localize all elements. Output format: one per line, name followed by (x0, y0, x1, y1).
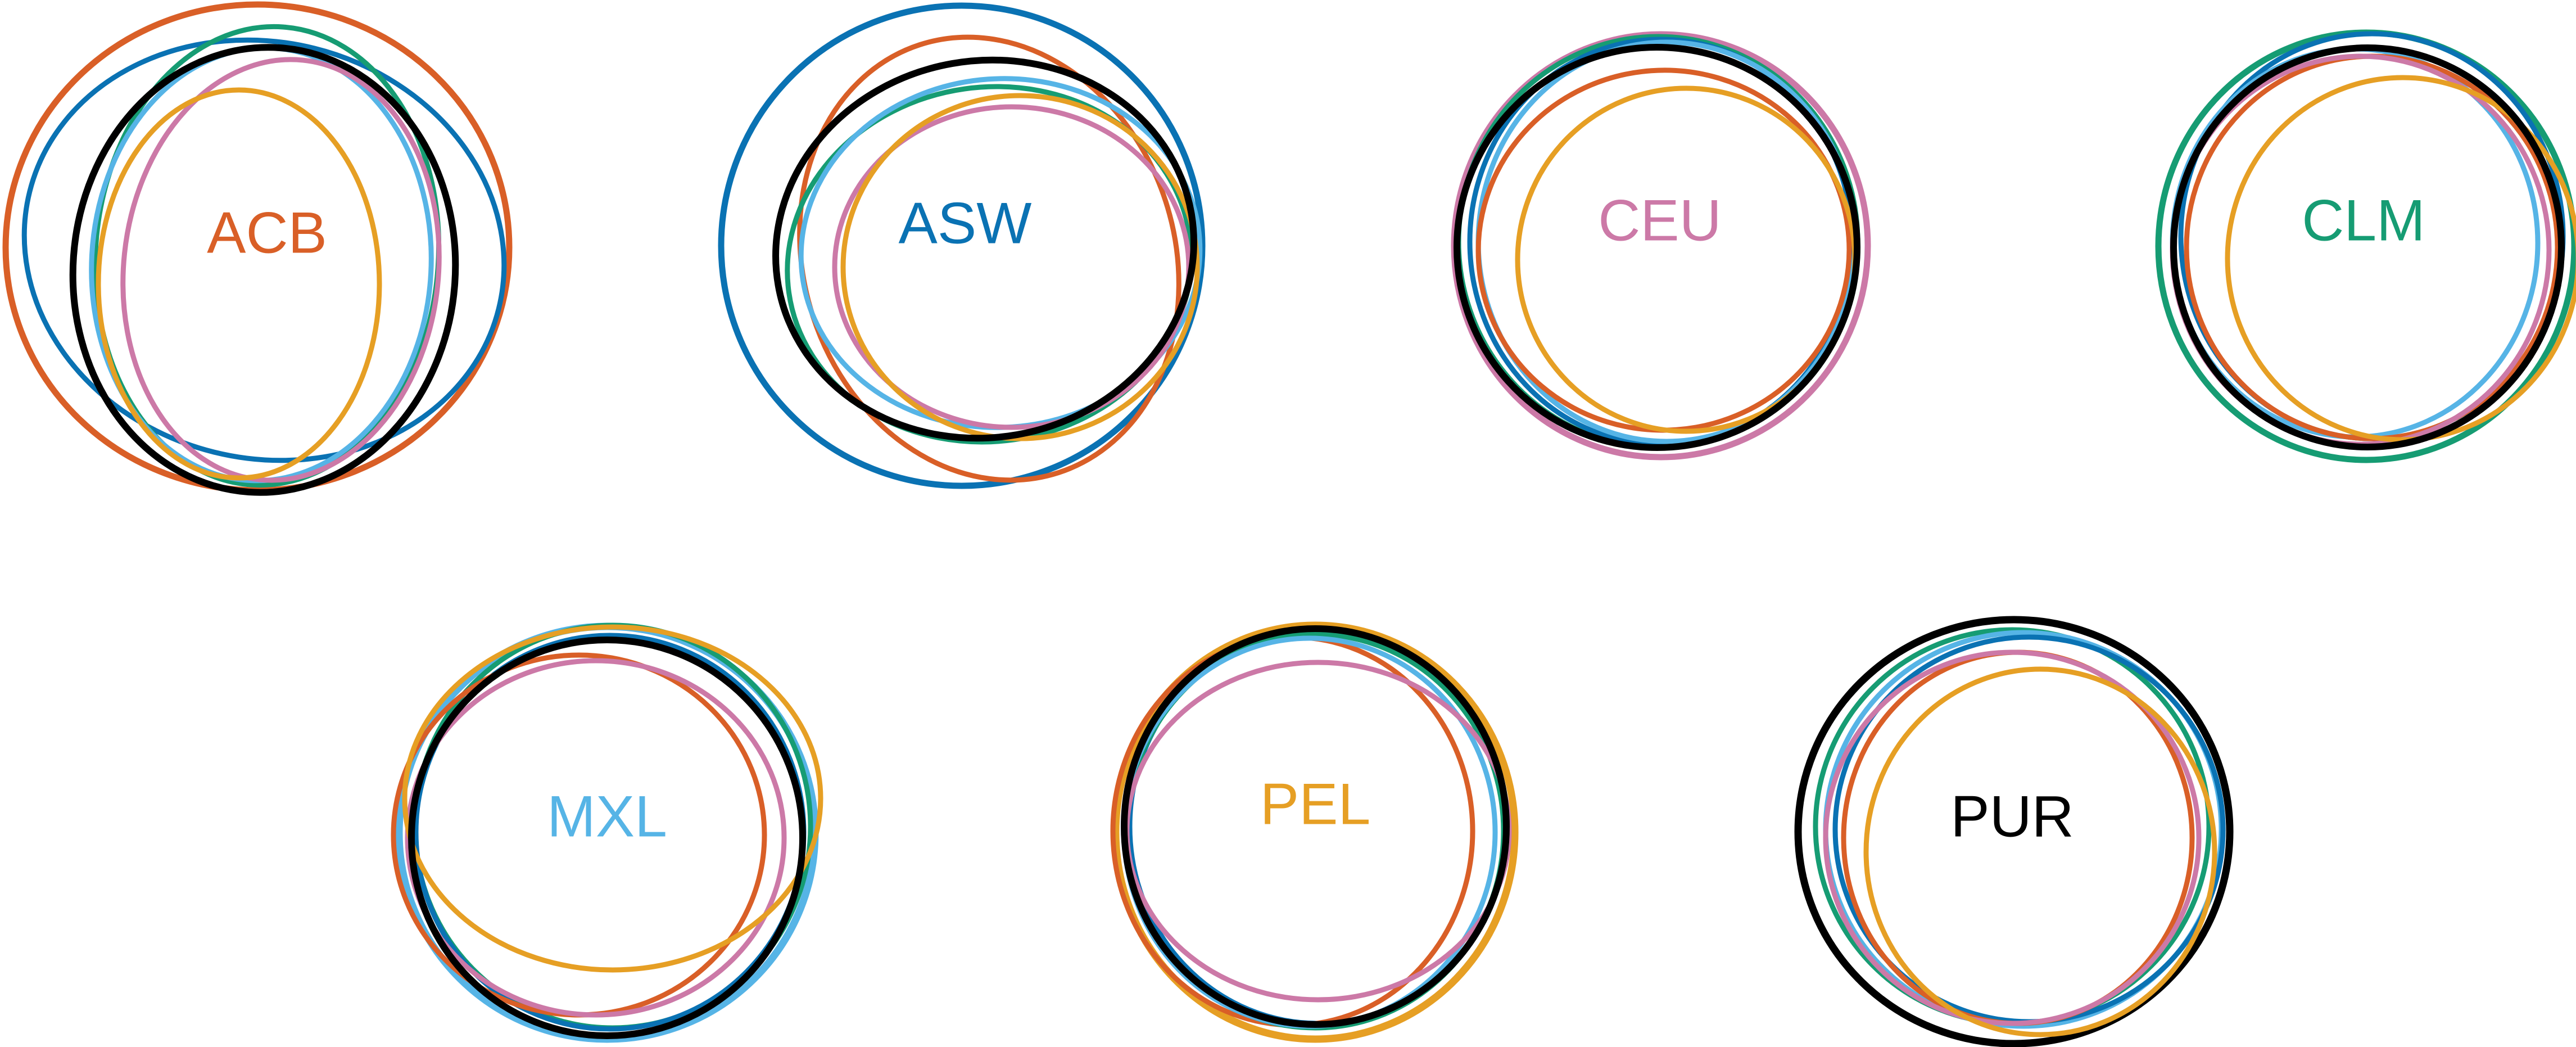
ellipse-acb-pel (96, 87, 382, 481)
group-ceu: CEU (1451, 31, 1871, 461)
ellipse-overlap-diagram: ACB ASW CEU CLM MXL PEL PUR (2, 1, 2576, 1047)
label-ceu: CEU (1598, 188, 1722, 253)
group-mxl: MXL (391, 622, 823, 1043)
group-pel: PEL (1110, 621, 1519, 1043)
label-clm: CLM (2302, 188, 2425, 253)
group-asw: ASW (718, 2, 1206, 489)
label-pel: PEL (1260, 771, 1371, 837)
ellipse-asw-pel (840, 93, 1200, 441)
ellipse-acb-pur (69, 44, 459, 496)
label-mxl: MXL (547, 784, 667, 849)
ellipse-pur-pel (1863, 666, 2217, 1037)
label-acb: ACB (207, 200, 327, 265)
label-pur: PUR (1950, 784, 2074, 849)
group-acb: ACB (2, 1, 513, 496)
group-pur: PUR (1794, 616, 2234, 1047)
label-asw: ASW (899, 191, 1032, 256)
group-clm: CLM (2155, 29, 2576, 463)
